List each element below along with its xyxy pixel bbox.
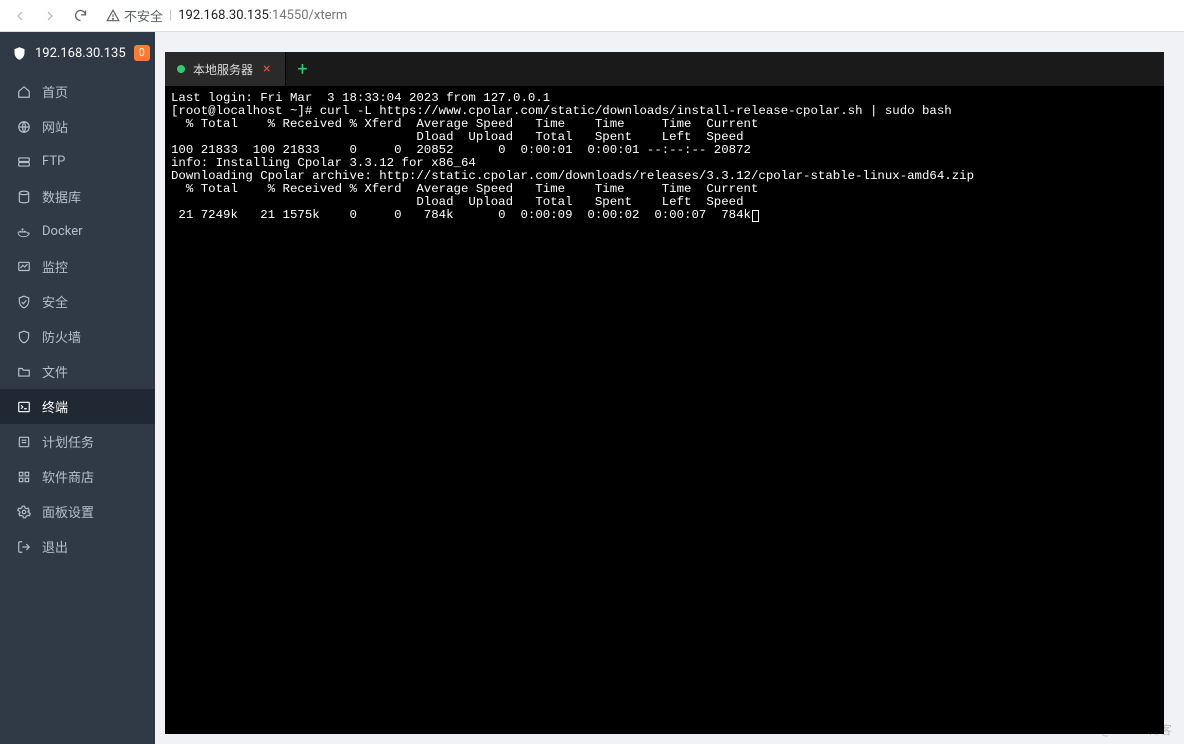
sidebar-item-terminal[interactable]: 终端 — [0, 389, 155, 424]
warning-icon — [106, 9, 120, 23]
sidebar-item-cron[interactable]: 计划任务 — [0, 424, 155, 459]
home-icon — [16, 84, 32, 100]
sidebar-item-ftp[interactable]: FTP — [0, 144, 155, 179]
sidebar: 192.168.30.135 0 首页 网站 FTP 数据库 Docker 监控 — [0, 32, 155, 744]
firewall-icon — [16, 329, 32, 345]
sidebar-item-files[interactable]: 文件 — [0, 354, 155, 389]
shield-icon — [12, 46, 27, 61]
docker-icon — [16, 224, 32, 240]
task-icon — [16, 434, 32, 450]
browser-toolbar: 不安全 | 192.168.30.135:14550/xterm — [0, 0, 1184, 32]
cursor-icon — [752, 210, 759, 222]
sidebar-item-label: 计划任务 — [42, 432, 94, 451]
sidebar-item-database[interactable]: 数据库 — [0, 179, 155, 214]
sidebar-badge: 0 — [134, 45, 150, 61]
sidebar-item-appstore[interactable]: 软件商店 — [0, 459, 155, 494]
sidebar-item-label: 首页 — [42, 82, 68, 101]
sidebar-item-label: 终端 — [42, 397, 68, 416]
tab-label: 本地服务器 — [193, 61, 253, 78]
sidebar-host: 192.168.30.135 — [35, 46, 126, 61]
add-tab-button[interactable]: + — [286, 52, 320, 86]
address-bar[interactable]: 不安全 | 192.168.30.135:14550/xterm — [98, 4, 1176, 28]
reload-icon — [73, 8, 88, 23]
sidebar-item-label: FTP — [42, 154, 65, 169]
globe-icon — [16, 119, 32, 135]
reload-button[interactable] — [68, 4, 92, 28]
sidebar-item-security[interactable]: 安全 — [0, 284, 155, 319]
terminal-panel: 本地服务器 × + Last login: Fri Mar 3 18:33:04… — [165, 52, 1164, 734]
sidebar-item-label: Docker — [42, 224, 83, 239]
arrow-right-icon — [42, 8, 58, 24]
monitor-icon — [16, 259, 32, 275]
sidebar-item-home[interactable]: 首页 — [0, 74, 155, 109]
ftp-icon — [16, 154, 32, 170]
plus-icon: + — [297, 59, 307, 80]
app-body: 192.168.30.135 0 首页 网站 FTP 数据库 Docker 监控 — [0, 32, 1184, 744]
logout-icon — [16, 539, 32, 555]
arrow-left-icon — [12, 8, 28, 24]
sidebar-item-label: 数据库 — [42, 187, 81, 206]
sidebar-item-settings[interactable]: 面板设置 — [0, 494, 155, 529]
sidebar-header: 192.168.30.135 0 — [0, 32, 155, 74]
folder-icon — [16, 364, 32, 380]
url-text: 192.168.30.135:14550/xterm — [178, 8, 347, 23]
sidebar-item-label: 防火墙 — [42, 327, 81, 346]
sidebar-item-firewall[interactable]: 防火墙 — [0, 319, 155, 354]
terminal-icon — [16, 399, 32, 415]
database-icon — [16, 189, 32, 205]
sidebar-item-label: 面板设置 — [42, 502, 94, 521]
sidebar-item-website[interactable]: 网站 — [0, 109, 155, 144]
terminal-output[interactable]: Last login: Fri Mar 3 18:33:04 2023 from… — [165, 86, 1164, 734]
sidebar-item-label: 文件 — [42, 362, 68, 381]
sidebar-item-label: 网站 — [42, 117, 68, 136]
close-tab-button[interactable]: × — [261, 62, 272, 76]
security-icon — [16, 294, 32, 310]
insecure-indicator: 不安全 — [106, 6, 163, 25]
url-path: /xterm — [309, 8, 348, 23]
status-dot-icon — [177, 65, 185, 73]
sidebar-item-logout[interactable]: 退出 — [0, 529, 155, 564]
terminal-tabbar: 本地服务器 × + — [165, 52, 1164, 86]
separator: | — [169, 8, 172, 23]
content-area: 本地服务器 × + Last login: Fri Mar 3 18:33:04… — [155, 32, 1184, 744]
sidebar-item-docker[interactable]: Docker — [0, 214, 155, 249]
forward-button[interactable] — [38, 4, 62, 28]
sidebar-item-label: 软件商店 — [42, 467, 94, 486]
sidebar-item-label: 退出 — [42, 537, 68, 556]
back-button[interactable] — [8, 4, 32, 28]
terminal-tab-active[interactable]: 本地服务器 × — [165, 52, 286, 86]
sidebar-item-label: 监控 — [42, 257, 68, 276]
sidebar-item-monitor[interactable]: 监控 — [0, 249, 155, 284]
insecure-label: 不安全 — [124, 6, 163, 25]
sidebar-item-label: 安全 — [42, 292, 68, 311]
url-host: 192.168.30.135 — [178, 8, 269, 23]
grid-icon — [16, 469, 32, 485]
url-port: :14550 — [269, 8, 309, 23]
gear-icon — [16, 504, 32, 520]
